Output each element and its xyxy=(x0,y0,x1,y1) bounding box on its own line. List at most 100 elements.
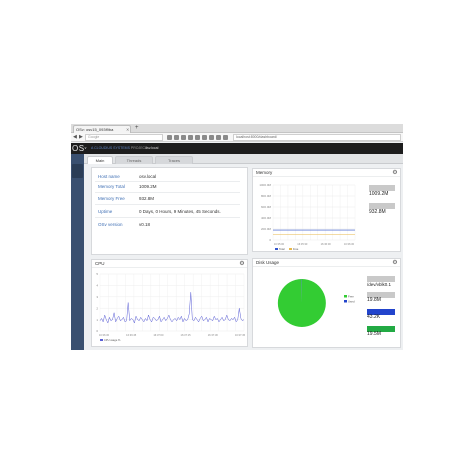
x-tick-label: 16:37:30 xyxy=(208,333,219,337)
legend-swatch xyxy=(344,300,347,303)
memory-free-value: 932.8M xyxy=(369,209,386,215)
y-tick-label: 200.0M xyxy=(261,227,272,231)
x-tick-label: 16:37:00 xyxy=(153,333,164,337)
x-tick-label: 16:35:00 xyxy=(274,242,285,246)
browser-toolbar: ◀ ▶ Google localhost:8000/dashboard/ xyxy=(71,133,403,142)
tab-main[interactable]: Main xyxy=(87,156,113,164)
panel-title: CPU xyxy=(92,260,247,268)
y-tick-label: 1000.0M xyxy=(259,183,271,187)
memory-total-value: 1009.2M xyxy=(369,191,389,197)
x-tick-label: 16:36:45 xyxy=(126,333,137,337)
y-tick-label: 5 xyxy=(96,272,98,276)
header-hostname: osv.local xyxy=(145,146,159,150)
reload-icon[interactable] xyxy=(223,135,228,140)
info-row: OSv version v0.18 xyxy=(95,220,245,229)
y-tick-label: 4 xyxy=(96,284,98,288)
info-value: 932.8M xyxy=(139,196,155,201)
browser-screenshot: OSv: osv15_093f9ba ✕ + ◀ ▶ Google localh… xyxy=(71,124,403,350)
info-key: Memory Free xyxy=(98,196,125,201)
x-tick-label: 16:36:30 xyxy=(99,333,110,337)
tab-traces[interactable]: Traces xyxy=(155,156,193,164)
info-value: osv.local xyxy=(139,174,157,179)
disk-panel: Disk Usage ⚙ Free Used /dev/vblk0.1 19.8M… xyxy=(252,258,401,348)
info-key: OSv version xyxy=(98,222,123,227)
new-tab-button[interactable]: + xyxy=(135,125,139,132)
info-value: v0.18 xyxy=(139,222,151,227)
legend-swatch xyxy=(289,248,292,250)
download-icon[interactable] xyxy=(174,135,179,140)
nav-tabs: Main Threads Traces xyxy=(84,154,403,164)
memory-chart: 1000.0M 800.0M 600.0M 400.0M 200.0M 016:35:00… xyxy=(259,183,356,251)
tagline: A CLOUDIUS SYSTEMS PROJECT xyxy=(91,146,147,151)
divider xyxy=(95,192,240,193)
sidebar xyxy=(71,154,84,350)
tagline-brand: A CLOUDIUS SYSTEMS xyxy=(91,146,130,150)
y-tick-label: 800.0M xyxy=(261,194,272,198)
tab-threads[interactable]: Threads xyxy=(115,156,153,164)
logo-text: OS xyxy=(72,144,85,153)
extension-icon[interactable] xyxy=(209,135,214,140)
address-bar[interactable]: localhost:8000/dashboard/ xyxy=(233,134,401,141)
browser-tab-bar: OSv: osv15_093f9ba ✕ + xyxy=(71,124,403,133)
info-value: 0 Days, 0 Hours, 9 Minutes, 45 Seconds. xyxy=(139,209,221,214)
disk-device-value: /dev/vblk0.1 xyxy=(367,282,392,287)
memory-panel: Memory ⚙ 1000.0M 800.0M 600.0M 400.0M 200.0M… xyxy=(252,168,401,252)
forward-icon[interactable]: ▶ xyxy=(79,134,83,141)
sidebar-toggle[interactable] xyxy=(72,164,83,178)
y-tick-label: 0 xyxy=(96,329,98,333)
app-header: OSv A CLOUDIUS SYSTEMS PROJECT osv.local xyxy=(71,143,403,154)
gear-icon[interactable]: ⚙ xyxy=(239,261,245,267)
disk-available-value: 19.5M xyxy=(367,331,381,337)
disk-free-value: 19.8M xyxy=(367,297,381,303)
back-icon[interactable]: ◀ xyxy=(73,134,77,141)
gear-icon[interactable]: ⚙ xyxy=(392,260,398,266)
y-tick-label: 1 xyxy=(96,318,98,322)
y-tick-label: 2 xyxy=(96,306,98,310)
divider xyxy=(95,204,240,205)
osv-logo[interactable]: OSv xyxy=(72,144,87,153)
divider xyxy=(95,217,240,218)
x-tick-label: 16:37:45 xyxy=(235,333,246,337)
legend-swatch xyxy=(100,339,103,341)
close-icon[interactable]: ✕ xyxy=(126,127,129,132)
y-tick-label: 3 xyxy=(96,295,98,299)
bookmark-icon[interactable] xyxy=(167,135,172,140)
gear-icon[interactable]: ⚙ xyxy=(392,170,398,176)
y-tick-label: 600.0M xyxy=(261,205,272,209)
legend-label: Used xyxy=(348,299,355,303)
extension-icon[interactable] xyxy=(202,135,207,140)
disk-chart: FreeUsed xyxy=(277,278,355,327)
cpu-panel: CPU ⚙ 5 4 3 2 1 0 16:36:30 16:36:45 16:37:00 16:3… xyxy=(91,259,248,347)
browser-tab-title: OSv: osv15_093f9ba xyxy=(76,127,114,132)
info-row: Memory Total 1009.2M xyxy=(95,182,245,191)
info-key: Memory Total xyxy=(98,184,125,189)
x-tick-label: 16:35:30 xyxy=(297,242,308,246)
extension-icon[interactable] xyxy=(216,135,221,140)
search-input[interactable]: Google xyxy=(85,134,163,141)
info-key: Host name xyxy=(98,174,120,179)
share-icon[interactable] xyxy=(188,135,193,140)
home-icon[interactable] xyxy=(181,135,186,140)
legend-swatch xyxy=(275,248,278,250)
info-key: Uptime xyxy=(98,209,113,214)
legend-label: CPU usage % xyxy=(104,338,121,342)
x-tick-label: 16:36:00 xyxy=(321,242,332,246)
browser-tab[interactable]: OSv: osv15_093f9ba ✕ xyxy=(73,125,131,133)
info-row: Uptime 0 Days, 0 Hours, 9 Minutes, 45 Se… xyxy=(95,207,245,216)
info-value: 1009.2M xyxy=(139,184,157,189)
legend-label: Free xyxy=(348,294,354,298)
y-tick-label: 400.0M xyxy=(261,216,272,220)
legend-label: Free xyxy=(293,247,299,251)
disk-used-value: 43.2K xyxy=(367,314,381,320)
logo-sup: v xyxy=(84,146,87,150)
info-row: Host name osv.local xyxy=(95,172,245,181)
panel-title: Memory xyxy=(253,169,400,177)
system-info-panel: Host name osv.local Memory Total 1009.2M… xyxy=(91,167,248,255)
y-tick-label: 0 xyxy=(269,238,271,242)
panel-title: Disk Usage xyxy=(253,259,400,267)
x-tick-label: 16:36:30 xyxy=(344,242,355,246)
extension-icon[interactable] xyxy=(195,135,200,140)
legend-label: Total xyxy=(279,247,285,251)
cpu-chart: 5 4 3 2 1 016:36:30 16:36:45 16:37:00 16:37:15 16… xyxy=(96,272,246,342)
info-row: Memory Free 932.8M xyxy=(95,194,245,203)
